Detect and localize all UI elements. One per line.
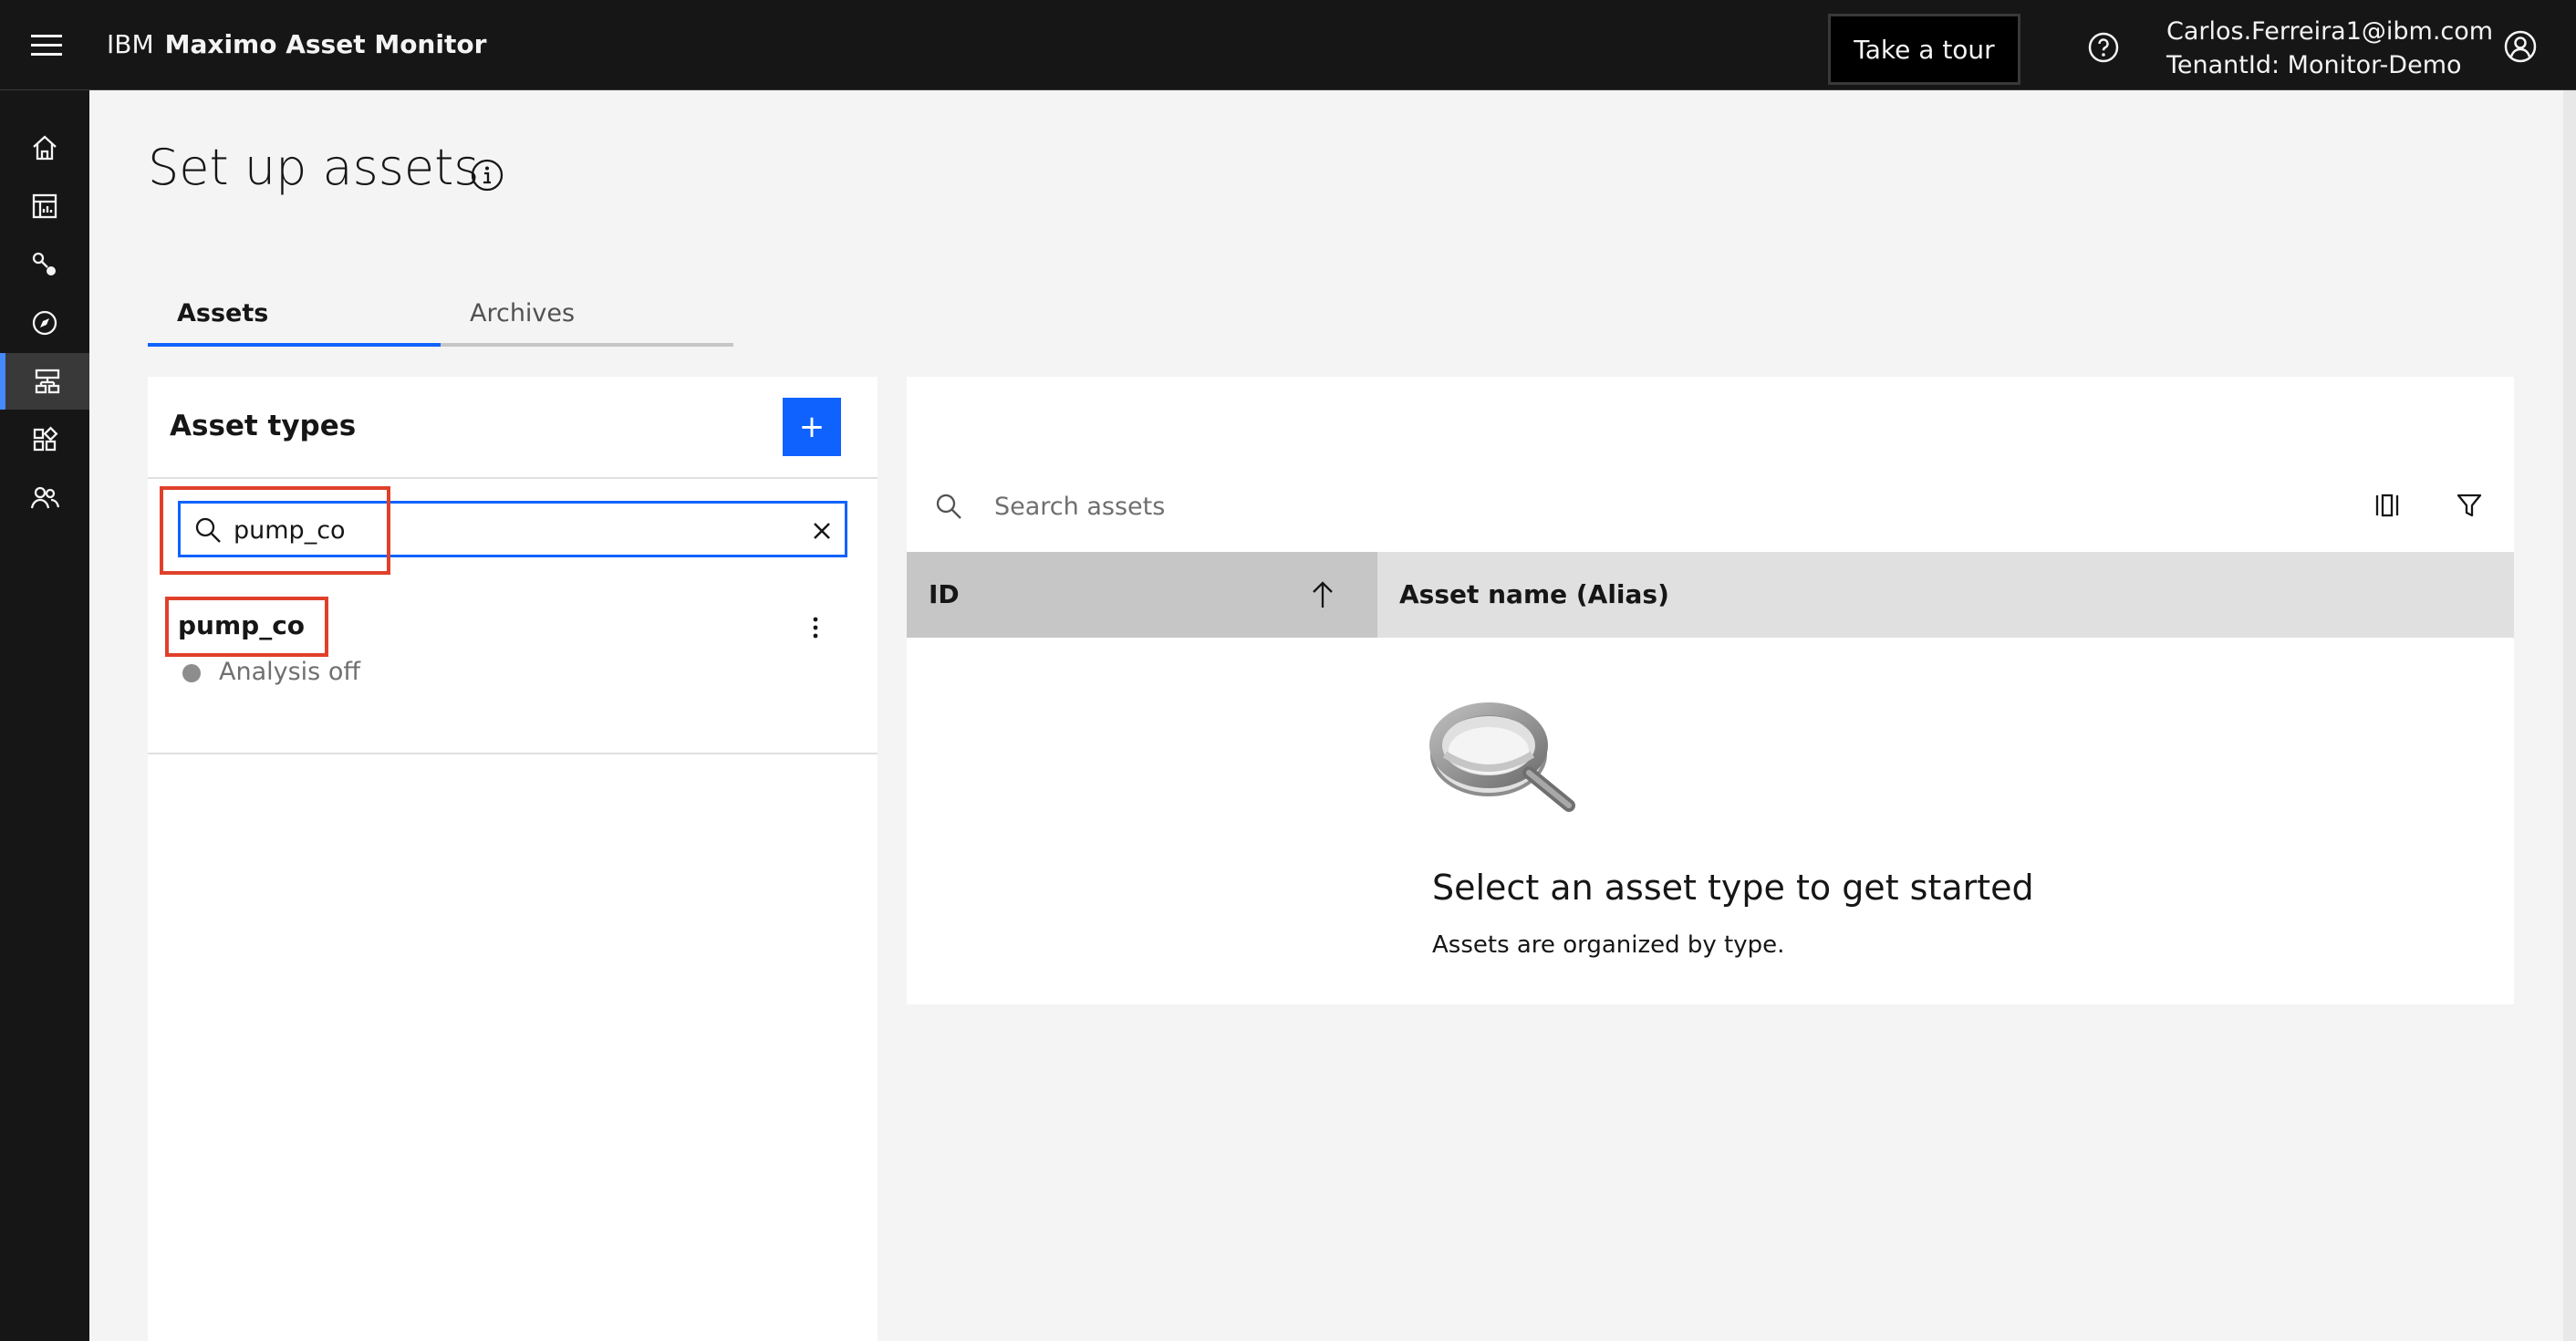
tab-archives[interactable]: Archives xyxy=(441,290,733,347)
connect-icon xyxy=(32,252,56,275)
asset-types-panel: Asset types + pump_co Analysis off xyxy=(148,377,878,1341)
asset-type-item-name[interactable]: pump_co xyxy=(178,610,305,640)
nav-dashboard[interactable] xyxy=(0,178,89,234)
dashboard-icon xyxy=(32,193,57,219)
users-icon xyxy=(30,486,60,509)
search-icon xyxy=(936,494,961,519)
columns-icon[interactable] xyxy=(2373,492,2401,519)
app-brand[interactable]: IBM Maximo Asset Monitor xyxy=(107,29,486,59)
asset-types-title: Asset types xyxy=(170,410,357,442)
close-icon[interactable] xyxy=(810,519,834,543)
assets-panel: ID Asset name (Alias) Select an asset ty… xyxy=(907,377,2514,1004)
magnifier-illustration-icon xyxy=(1429,702,1575,812)
home-icon xyxy=(33,135,57,161)
compass-icon xyxy=(32,310,57,336)
hierarchy-icon xyxy=(35,369,60,394)
brand-name: Maximo Asset Monitor xyxy=(164,29,487,59)
overflow-menu-icon[interactable] xyxy=(808,613,823,642)
column-header-id[interactable]: ID xyxy=(907,552,1377,638)
add-asset-type-button[interactable]: + xyxy=(783,398,841,456)
top-header: IBM Maximo Asset Monitor Take a tour Carl… xyxy=(0,0,2576,90)
side-nav xyxy=(0,90,89,1341)
tenant-id: TenantId: Monitor-Demo xyxy=(2166,51,2462,79)
asset-type-status: Analysis off xyxy=(219,658,360,686)
status-dot xyxy=(182,664,201,682)
asset-type-search-input[interactable] xyxy=(234,513,781,547)
tabs: Assets Archives xyxy=(148,290,733,347)
nav-setup-assets[interactable] xyxy=(0,353,89,410)
info-icon[interactable] xyxy=(470,158,504,192)
filter-icon[interactable] xyxy=(2456,492,2483,519)
nav-users[interactable] xyxy=(0,470,89,526)
search-assets-input[interactable] xyxy=(994,488,2271,525)
apps-icon xyxy=(33,426,58,452)
page-title: Set up assets xyxy=(148,139,480,196)
divider xyxy=(148,753,878,754)
divider xyxy=(148,477,878,479)
empty-state-subtitle: Assets are organized by type. xyxy=(1432,931,1785,959)
nav-connect[interactable] xyxy=(0,236,89,293)
hamburger-menu-icon[interactable] xyxy=(31,35,62,57)
brand-prefix: IBM xyxy=(107,29,154,59)
take-tour-button[interactable]: Take a tour xyxy=(1828,14,2020,85)
page-scrollbar[interactable] xyxy=(2563,90,2576,1341)
asset-type-search xyxy=(178,501,847,557)
search-icon xyxy=(195,517,221,543)
nav-apps[interactable] xyxy=(0,411,89,468)
nav-explore[interactable] xyxy=(0,295,89,351)
column-header-asset-name[interactable]: Asset name (Alias) xyxy=(1399,579,1669,609)
empty-state-title: Select an asset type to get started xyxy=(1432,868,2034,908)
user-info: Carlos.Ferreira1@ibm.com TenantId: Monit… xyxy=(2166,15,2493,82)
nav-home[interactable] xyxy=(0,120,89,176)
arrow-up-icon[interactable] xyxy=(1308,579,1337,610)
table-header: ID Asset name (Alias) xyxy=(907,552,2514,638)
user-email: Carlos.Ferreira1@ibm.com xyxy=(2166,17,2494,46)
help-icon[interactable] xyxy=(2087,31,2120,64)
column-header-label: ID xyxy=(929,579,960,609)
user-avatar-icon[interactable] xyxy=(2503,29,2538,64)
tab-assets[interactable]: Assets xyxy=(148,290,441,347)
